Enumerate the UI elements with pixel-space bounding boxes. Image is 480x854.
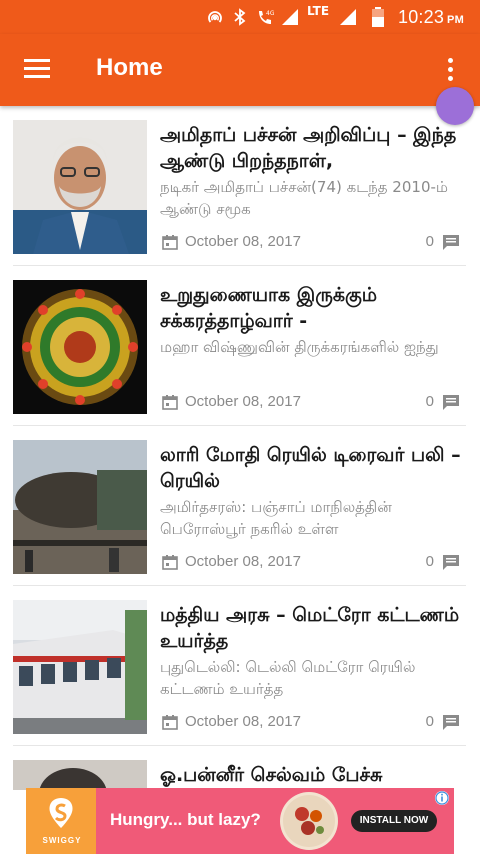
signal-icon [340,9,356,25]
article-excerpt: மஹா விஷ்ணுவின் திருக்கரங்களில் ஐந்து [160,338,439,356]
ad-food-image [280,792,338,850]
list-item[interactable]: மத்திய அரசு – மெட்ரோ கட்டணம் உயர்த்த புத… [0,586,480,746]
article-date: October 08, 2017 [185,233,301,250]
article-title: லாரி மோதி ரெயில் டிரைவர் பலி – ரெயில் [160,444,461,492]
article-thumbnail [13,760,147,790]
article-thumbnail [13,600,147,734]
article-thumbnail [13,120,147,254]
article-meta: October 08, 2017 0 [160,393,462,411]
comment-count: 0 [425,233,434,250]
hotspot-icon [208,11,222,23]
list-item[interactable]: ஓ.பன்னீர் செல்வம் பேச்சு [0,746,480,790]
svg-text:4G: 4G [266,10,274,17]
signal-icon [282,9,298,25]
article-thumbnail [13,440,147,574]
swiggy-logo-icon [49,798,73,828]
comment-icon[interactable] [442,554,460,570]
comment-count: 0 [425,553,434,570]
article-thumbnail [13,280,147,414]
article-date: October 08, 2017 [185,393,301,410]
list-item[interactable]: அமிதாப் பச்சன் அறிவிப்பு – இந்த ஆண்டு பி… [0,106,480,266]
comment-icon[interactable] [442,394,460,410]
comment-icon[interactable] [442,234,460,250]
comment-icon[interactable] [442,714,460,730]
calendar-icon [162,715,178,730]
calendar-icon [162,395,178,410]
ad-logo-panel: SWIGGY [26,788,96,854]
calendar-icon [162,555,178,570]
article-title: மத்திய அரசு – மெட்ரோ கட்டணம் உயர்த்த [160,604,460,652]
battery-icon [372,7,384,27]
comment-count: 0 [425,393,434,410]
article-title: உறுதுணையாக இருக்கும் சக்கரத்தாழ்வார் - [160,284,378,332]
comment-count: 0 [425,713,434,730]
article-title: அமிதாப் பச்சன் அறிவிப்பு – இந்த ஆண்டு பி… [160,124,457,172]
article-meta: October 08, 2017 0 [160,233,462,251]
article-excerpt: அமிர்தசரஸ்: பஞ்சாப் மாநிலத்தின் பெரோஸ்பூ… [160,498,392,538]
ad-headline: Hungry... but lazy? [110,810,261,829]
overflow-menu-icon[interactable] [440,54,460,86]
article-list: அமிதாப் பச்சன் அறிவிப்பு – இந்த ஆண்டு பி… [0,106,480,790]
article-date: October 08, 2017 [185,713,301,730]
list-item[interactable]: லாரி மோதி ரெயில் டிரைவர் பலி – ரெயில் அம… [0,426,480,586]
calendar-icon [162,235,178,250]
volte-call-icon: 4G [259,10,274,24]
article-meta: October 08, 2017 0 [160,713,462,731]
article-date: October 08, 2017 [185,553,301,570]
article-meta: October 08, 2017 0 [160,553,462,571]
bluetooth-icon [234,8,246,26]
info-icon[interactable] [434,790,450,806]
app-bar: Home [0,34,480,106]
ad-banner[interactable]: SWIGGY Hungry... but lazy? INSTALL NOW [26,788,454,854]
status-bar: 4G LTE 10:23 PM [0,0,480,34]
article-excerpt: நடிகர் அமிதாப் பச்சன்(74) கடந்த 2010-ம் … [160,178,448,218]
clock: 10:23 PM [398,7,464,27]
network-type-label: LTE [307,4,330,18]
ad-brand-name: SWIGGY [42,836,82,845]
install-now-button[interactable]: INSTALL NOW [351,810,437,832]
menu-icon[interactable] [24,58,50,80]
list-item[interactable]: உறுதுணையாக இருக்கும் சக்கரத்தாழ்வார் - ம… [0,266,480,426]
article-title: ஓ.பன்னீர் செல்வம் பேச்சு [160,764,383,786]
page-title: Home [96,54,163,81]
article-excerpt: புதுடெல்லி: டெல்லி மெட்ரோ ரெயில் கட்டணம்… [160,658,416,698]
